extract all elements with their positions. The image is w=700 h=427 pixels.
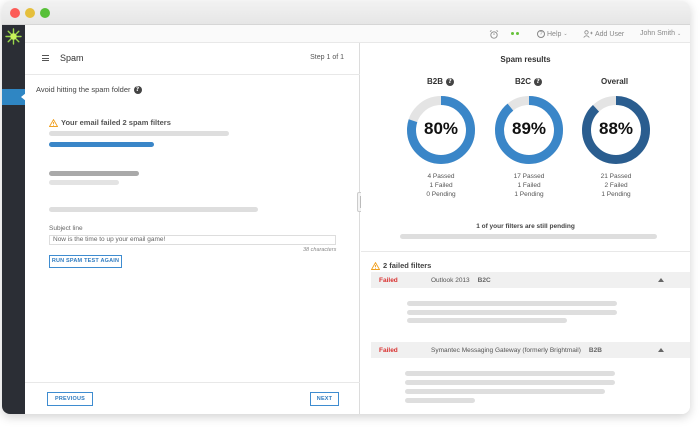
placeholder-line: [49, 171, 139, 176]
run-spam-test-button[interactable]: RUN SPAM TEST AGAIN: [49, 255, 122, 268]
passed-count: 4 Passed: [427, 173, 455, 180]
spam-panel: Spam Step 1 of 1 Avoid hitting the spam …: [25, 43, 360, 414]
add-user-button[interactable]: Add User: [583, 30, 624, 38]
menu-icon[interactable]: [42, 55, 49, 61]
logo-icon[interactable]: [4, 27, 23, 46]
placeholder-line: [405, 371, 615, 376]
fail-status: Failed: [379, 347, 398, 354]
ring-label-text: B2B: [427, 77, 444, 86]
placeholder-line: [405, 380, 615, 385]
failed-count: 2 Failed: [604, 182, 628, 189]
ring-percent: 88%: [598, 119, 634, 138]
character-count: 38 characters: [303, 247, 337, 253]
help-menu[interactable]: ? Help ⌄: [537, 30, 568, 38]
pending-count: 1 Pending: [601, 191, 631, 198]
failed-filters-heading: 2 failed filters: [371, 261, 431, 270]
placeholder-line: [405, 398, 475, 403]
add-user-icon: [583, 30, 593, 38]
help-label: Help: [547, 30, 562, 38]
client-type: B2C: [477, 277, 491, 284]
pending-notice: 1 of your filters are still pending: [476, 223, 575, 230]
failed-count: 1 Failed: [517, 182, 541, 189]
sidebar: [2, 25, 26, 414]
donut-chart-overall: 88%: [581, 95, 651, 165]
panel-header: Spam Step 1 of 1: [25, 43, 360, 75]
donut-chart-b2b: 80%: [406, 95, 476, 165]
top-bar: ? Help ⌄ Add User John Smith ⌄: [25, 25, 690, 43]
status-indicator-icon: [511, 32, 519, 35]
progress-bar: [49, 142, 154, 147]
subtitle: Avoid hitting the spam folder ?: [36, 85, 142, 94]
previous-button[interactable]: PREVIOUS: [47, 392, 93, 406]
sidebar-item-spam[interactable]: [2, 89, 26, 105]
section-divider: [361, 251, 690, 252]
chevron-down-icon: ⌄: [677, 30, 682, 37]
failed-count: 1 Failed: [429, 182, 453, 189]
warning-title: Your email failed 2 spam filters: [49, 118, 171, 127]
failed-filter-row[interactable]: Failed Outlook 2013 B2C: [371, 272, 690, 288]
help-icon[interactable]: ?: [133, 85, 142, 94]
stats-b2c: 17 Passed 1 Failed 1 Pending: [494, 172, 564, 199]
stats-overall: 21 Passed 2 Failed 1 Pending: [581, 172, 651, 199]
pending-count: 1 Pending: [514, 191, 544, 198]
minimize-window-button[interactable]: [25, 8, 35, 18]
results-title: Spam results: [500, 55, 551, 64]
donut-chart-b2c: 89%: [494, 95, 564, 165]
help-icon[interactable]: ?: [446, 77, 455, 86]
spam-results-panel: Spam results B2B ? B2C ? Overall 80% 89%…: [361, 43, 690, 414]
app-window: ? Help ⌄ Add User John Smith ⌄ Spam Step…: [2, 1, 690, 414]
help-icon: ?: [537, 30, 545, 38]
maximize-window-button[interactable]: [40, 8, 50, 18]
stats-b2b: 4 Passed 1 Failed 0 Pending: [406, 172, 476, 199]
warning-icon: [49, 118, 58, 127]
placeholder-line: [407, 310, 617, 315]
placeholder-line: [49, 180, 119, 185]
add-user-label: Add User: [595, 30, 625, 38]
placeholder-line: [407, 318, 567, 323]
passed-count: 21 Passed: [600, 173, 632, 180]
subject-label: Subject line: [49, 225, 83, 232]
ring-percent: 89%: [511, 119, 547, 138]
user-name: John Smith: [640, 30, 676, 37]
subject-line-input[interactable]: Now is the time to up your email game!: [49, 235, 336, 245]
fail-client: Symantec Messaging Gateway (formerly Bri…: [431, 347, 602, 354]
chevron-down-icon: ⌄: [563, 31, 568, 37]
warning-text: Your email failed 2 spam filters: [61, 118, 171, 127]
step-indicator: Step 1 of 1: [310, 54, 344, 61]
placeholder-line: [49, 131, 229, 136]
ring-label-b2c: B2C ?: [515, 77, 543, 86]
close-window-button[interactable]: [10, 8, 20, 18]
passed-count: 17 Passed: [513, 173, 545, 180]
placeholder-line: [49, 207, 258, 212]
next-button[interactable]: NEXT: [310, 392, 339, 406]
client-name: Symantec Messaging Gateway (formerly Bri…: [431, 347, 581, 354]
fail-client: Outlook 2013 B2C: [431, 277, 491, 284]
title-bar: [2, 1, 690, 25]
footer-divider: [25, 382, 360, 383]
subtitle-text: Avoid hitting the spam folder: [36, 85, 131, 94]
pending-count: 0 Pending: [426, 191, 456, 198]
ring-label-text: B2C: [515, 77, 532, 86]
fail-status: Failed: [379, 277, 398, 284]
ring-label-overall: Overall: [601, 77, 628, 86]
placeholder-line: [407, 301, 617, 306]
failed-filters-text: 2 failed filters: [383, 261, 432, 270]
page-title: Spam: [60, 53, 84, 63]
alarm-clock-icon[interactable]: [489, 30, 499, 39]
failed-filter-row[interactable]: Failed Symantec Messaging Gateway (forme…: [371, 342, 690, 358]
collapse-caret-icon[interactable]: [658, 348, 664, 352]
client-type: B2B: [588, 347, 602, 354]
user-menu[interactable]: John Smith ⌄: [640, 30, 681, 37]
pending-progress-bar: [400, 234, 657, 239]
collapse-caret-icon[interactable]: [658, 278, 664, 282]
placeholder-line: [405, 389, 605, 394]
ring-percent: 80%: [423, 119, 459, 138]
client-name: Outlook 2013: [431, 277, 470, 284]
ring-label-b2b: B2B ?: [427, 77, 455, 86]
help-icon[interactable]: ?: [534, 77, 543, 86]
warning-icon: [371, 261, 380, 270]
ring-label-text: Overall: [601, 77, 629, 86]
